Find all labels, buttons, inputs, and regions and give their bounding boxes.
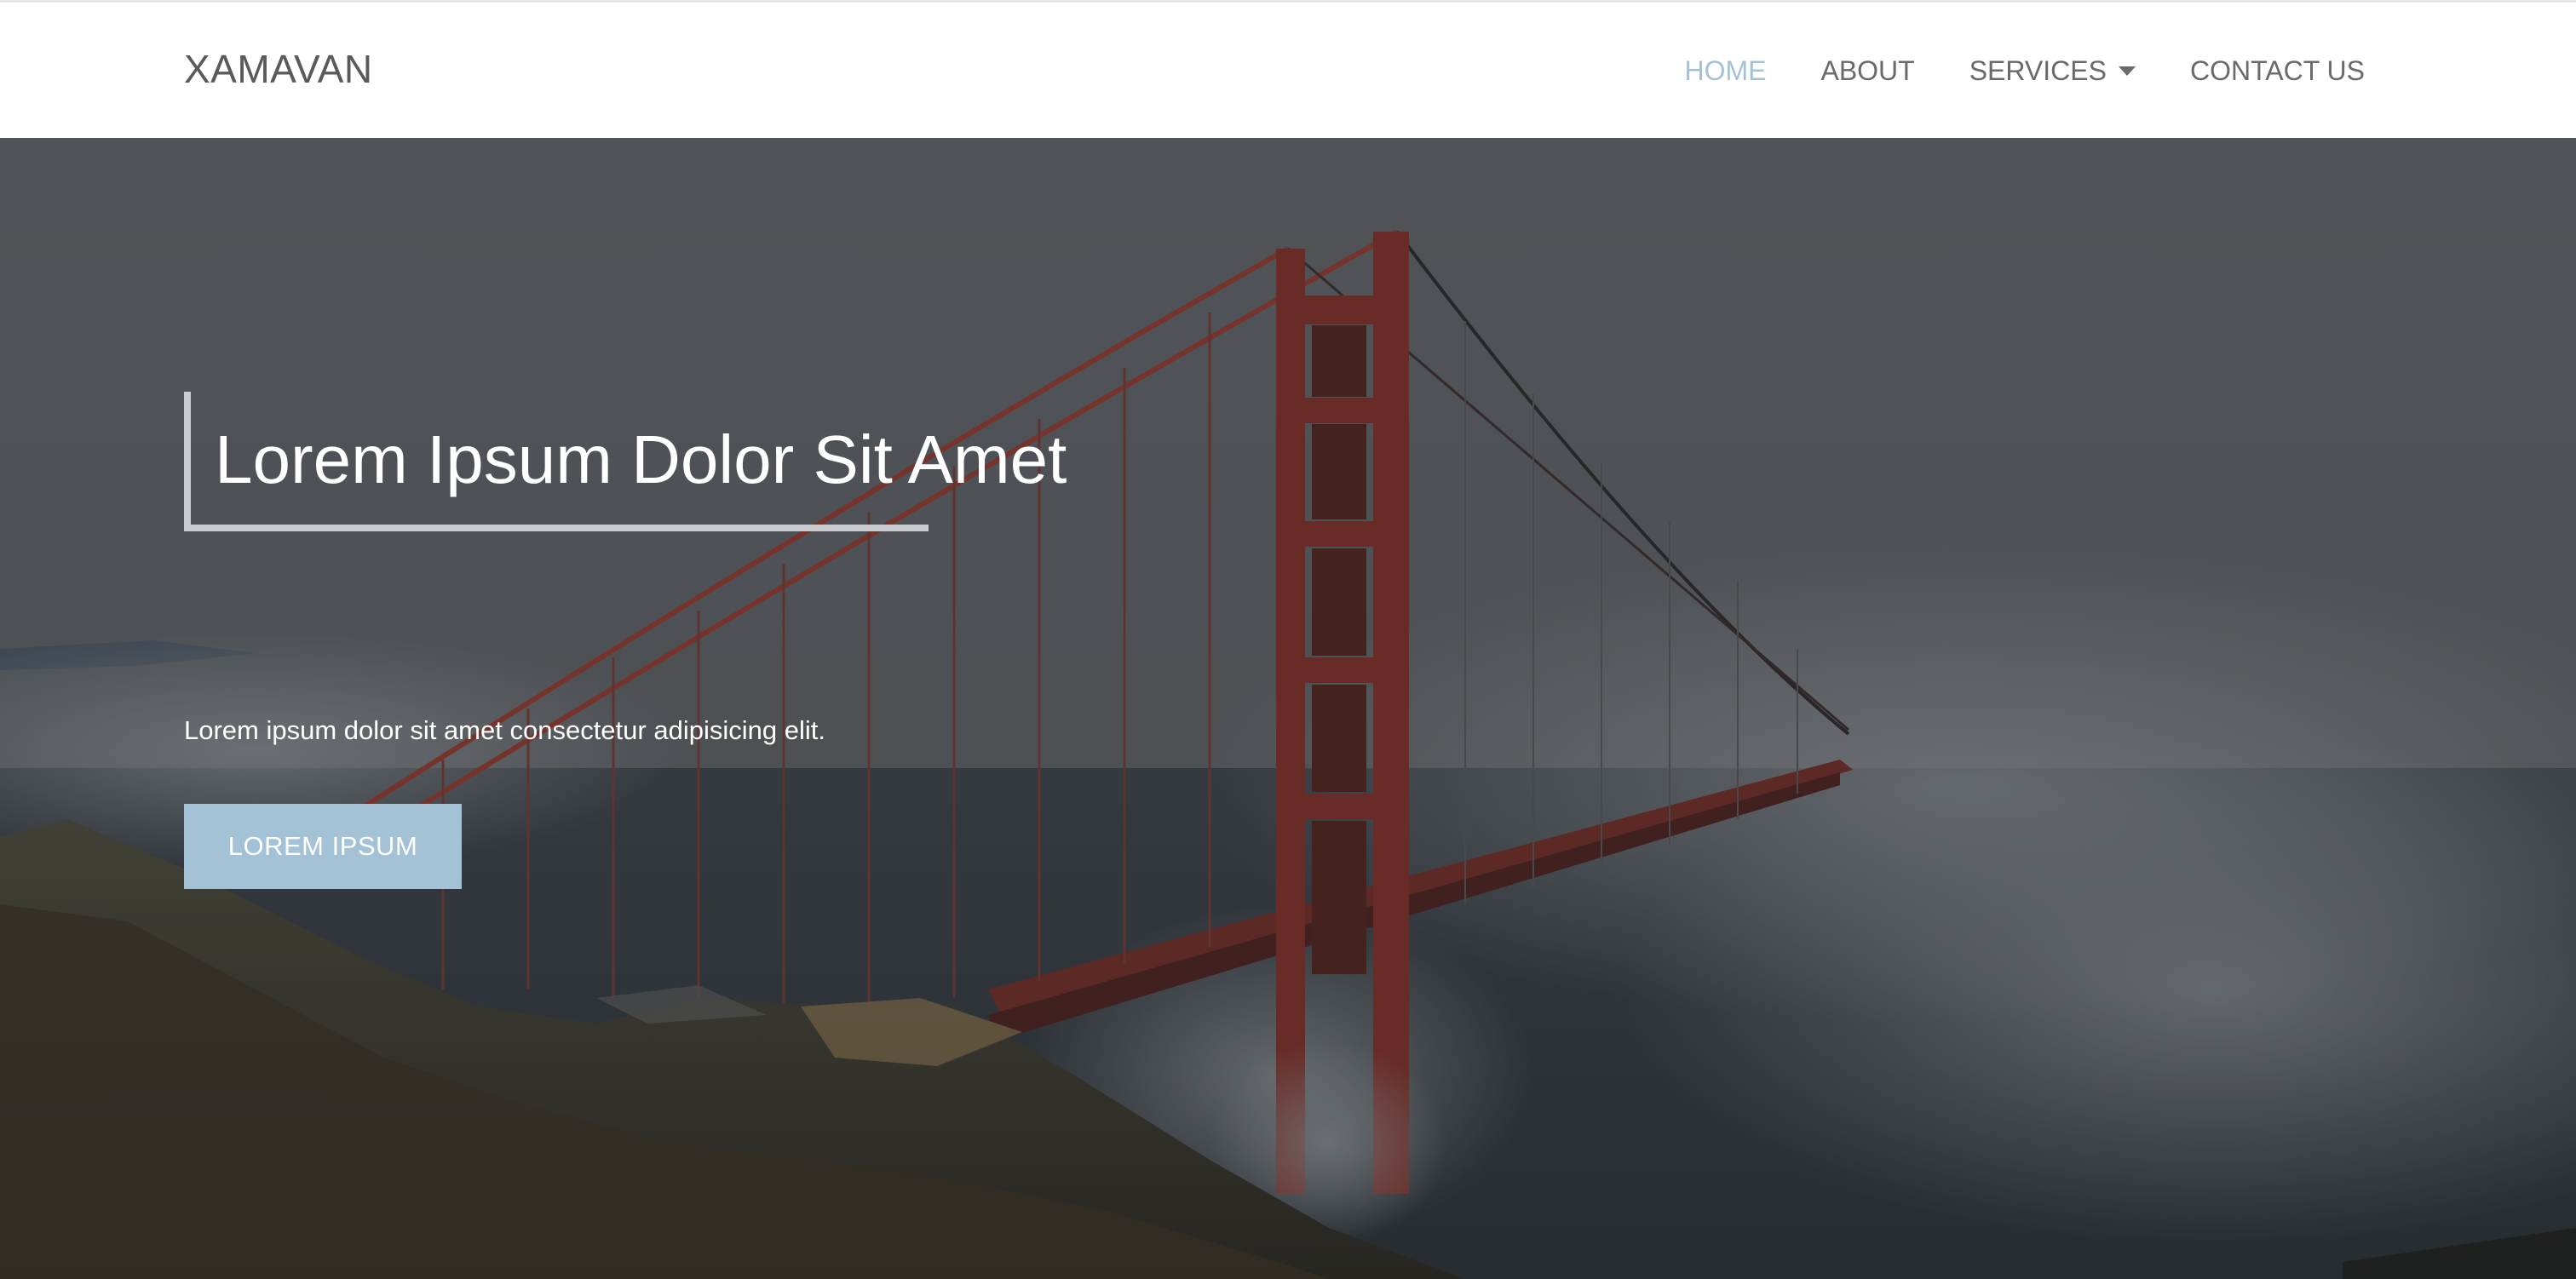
caret-down-icon [2118, 66, 2136, 76]
hero-cta-button[interactable]: LOREM IPSUM [184, 804, 462, 889]
hero-title: Lorem Ipsum Dolor Sit Amet [215, 422, 1067, 497]
navbar: XAMAVAN HOME ABOUT SERVICES CONTACT US [0, 3, 2576, 138]
hero-section [0, 138, 2576, 1279]
nav-services[interactable]: SERVICES [1969, 54, 2136, 88]
main-nav: HOME ABOUT SERVICES CONTACT US [1684, 54, 2365, 88]
hero-overlay [0, 138, 2576, 1279]
nav-services-label: SERVICES [1969, 55, 2107, 86]
hero-subtitle: Lorem ipsum dolor sit amet consectetur a… [184, 715, 825, 745]
brand-logo[interactable]: XAMAVAN [184, 45, 373, 93]
nav-home[interactable]: HOME [1684, 54, 1766, 88]
nav-about[interactable]: ABOUT [1820, 54, 1914, 88]
nav-contact[interactable]: CONTACT US [2190, 54, 2365, 88]
